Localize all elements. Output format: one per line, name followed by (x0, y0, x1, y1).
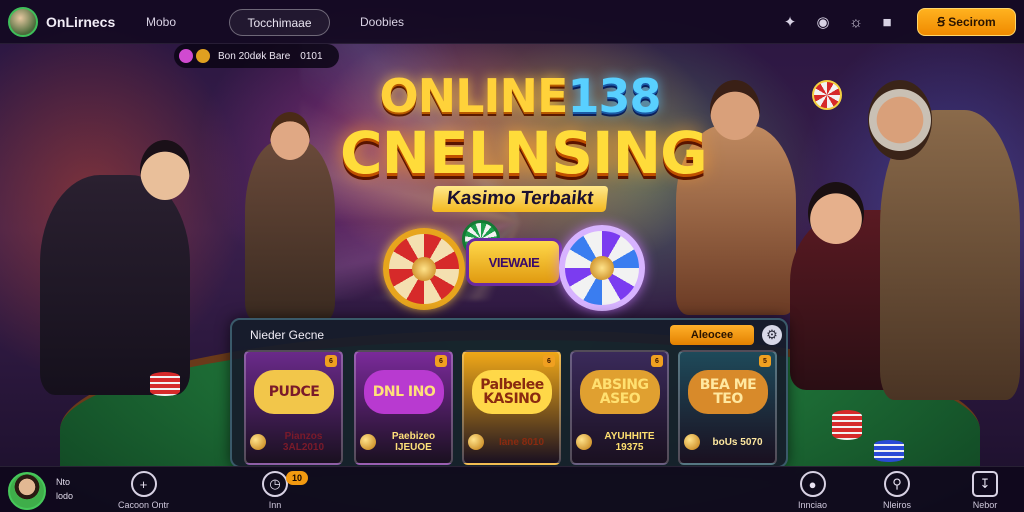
character-mid-man (245, 140, 335, 320)
game-card[interactable]: 5 BEA ME TEO boUs 5070 (678, 350, 777, 465)
floating-chip-right (812, 80, 842, 110)
character-left-woman (40, 175, 190, 395)
search-icon: ⚲ (884, 471, 910, 497)
avatar[interactable] (8, 472, 46, 510)
card-tag: 6 (651, 355, 663, 367)
center-badge-label: VIEWAIE (488, 254, 540, 270)
card-footer: boUs 5070 (684, 427, 771, 457)
page: OnLirnecs Mobo Tocchimaae Doobies ✦ ◉ ☼ … (0, 0, 1024, 512)
chip-stack-left (150, 372, 180, 396)
center-badge[interactable]: VIEWAIE (466, 238, 562, 286)
card-logo: DNL INO (364, 370, 444, 414)
globe-icon[interactable]: ☼ (846, 12, 866, 32)
card-title: Palbelee KASINO (480, 377, 544, 407)
card-title: DNL INO (372, 384, 436, 400)
game-card[interactable]: 6 ABSING ASEO AYUHHITE 19375 (570, 350, 669, 465)
card-title: BEA ME TEO (699, 377, 757, 407)
card-logo: ABSING ASEO (580, 370, 660, 414)
hero-subtitle: Kasimo Terbaikt (431, 186, 609, 212)
camera-icon[interactable]: ◉ (813, 12, 833, 32)
bottom-navbar: Nto lodo + Cacoon Ontr ◷ Inn 10 ● Inncia… (0, 466, 1024, 512)
plus-icon: + (130, 471, 157, 497)
hero-line-2: CNELNSING (340, 119, 708, 187)
card-footer-text: boUs 5070 (712, 436, 763, 448)
card-title: PUDCE (268, 384, 320, 400)
roulette-wheel-left (383, 228, 465, 310)
download-icon: ↧ (972, 471, 998, 497)
bottom-nav-nleiros[interactable]: ⚲ Nleiros (883, 471, 911, 510)
coin-icon (250, 434, 266, 450)
bottom-nav-label: Inn (268, 500, 282, 510)
card-footer-text: Paebizeo IJEUOE (391, 431, 436, 453)
card-title: ABSING ASEO (591, 377, 649, 407)
game-card[interactable]: 6 Palbelee KASINO Iane 8010 (462, 350, 561, 465)
bottom-nav-nebor[interactable]: ↧ Nebor (972, 471, 998, 510)
ticker-text: Bon 20døk Bare (218, 50, 291, 62)
location-icon: ● (799, 471, 826, 497)
card-footer: Paebizeo IJEUOE (360, 427, 447, 457)
game-card[interactable]: 6 PUDCE Pianzos 3AL2010 (244, 350, 343, 465)
notification-badge: 10 (286, 471, 308, 485)
card-footer: AYUHHITE 19375 (576, 427, 663, 457)
bottom-nav-inn[interactable]: ◷ Inn (262, 471, 288, 510)
card-footer-text: Pianzos 3AL2010 (282, 431, 325, 453)
bottom-nav-cacoon[interactable]: + Cacoon Ontr (118, 471, 169, 510)
bottom-nav-label: Nebor (972, 500, 998, 510)
nav-link-mobo[interactable]: Mobo (146, 15, 176, 29)
character-left-head (140, 140, 190, 200)
brand-logo-icon (8, 6, 38, 37)
card-logo: Palbelee KASINO (472, 370, 552, 414)
games-panel: Nieder Gecne Aleocee ⚙ 6 PUDCE Pianzos 3AL… (230, 318, 788, 468)
ticker-suffix: 0101 (300, 50, 323, 62)
coin-icon (468, 434, 484, 450)
card-logo: BEA ME TEO (688, 370, 768, 414)
clock-icon: ◷ (262, 471, 288, 497)
character-bearded-head (868, 80, 932, 160)
card-footer: Iane 8010 (468, 427, 555, 457)
top-navbar: OnLirnecs Mobo Tocchimaae Doobies ✦ ◉ ☼ … (0, 0, 1024, 44)
search-button[interactable]: Ꞩ Secirom (917, 8, 1016, 36)
hero-line-1-word: ONLINE (379, 69, 569, 123)
hero-line-1: ONLINE138 (340, 70, 700, 122)
character-mid-head (270, 112, 310, 160)
card-logo: PUDCE (254, 370, 334, 414)
bottom-nav-label: Nleiros (883, 500, 912, 510)
brand[interactable]: OnLirnecs (8, 6, 116, 37)
card-tag: 6 (325, 355, 337, 367)
ticker-bar[interactable]: Bon 20døk Bare 0101 (174, 44, 339, 68)
bottom-nav-label: Innciao (798, 500, 828, 510)
user-info: Nto lodo (56, 475, 73, 503)
puzzle-icon[interactable]: ✦ (780, 12, 800, 32)
character-gunman-head (808, 182, 864, 244)
roulette-wheel-right (559, 225, 645, 311)
card-footer-text: Iane 8010 (498, 436, 545, 448)
chat-icon[interactable]: ■ (877, 12, 897, 32)
chip-stack-right (832, 410, 862, 440)
coin-icon (684, 434, 700, 450)
game-card[interactable]: 6 DNL INO Paebizeo IJEUOE (354, 350, 453, 465)
ticker-icon-1 (179, 49, 193, 63)
ticker-icon-2 (196, 49, 210, 63)
nav-link-doobies[interactable]: Doobies (360, 15, 404, 29)
hero-title: ONLINE138 CNELNSING Kasimo Terbaikt (340, 70, 708, 212)
card-footer: Pianzos 3AL2010 (250, 427, 337, 457)
hero-line-1-number: 138 (567, 69, 661, 123)
card-footer-text: AYUHHITE 19375 (604, 431, 655, 453)
panel-title: Nieder Gecne (250, 328, 325, 342)
card-tag: 6 (543, 355, 555, 367)
card-tag: 6 (435, 355, 447, 367)
user-line-1: Nto (56, 477, 71, 487)
bottom-nav-label: Cacoon Ontr (118, 500, 170, 510)
user-line-2: lodo (56, 491, 74, 501)
bottom-nav-innciao[interactable]: ● Innciao (798, 471, 827, 510)
panel-more-button[interactable]: Aleocee (670, 325, 754, 345)
coin-icon (360, 434, 376, 450)
chip-stack-blue (874, 440, 904, 462)
card-tag: 5 (759, 355, 771, 367)
character-right-head (710, 80, 760, 140)
nav-link-tocchimaae[interactable]: Tocchimaae (229, 9, 330, 36)
brand-name: OnLirnecs (46, 13, 116, 30)
coin-icon (576, 434, 592, 450)
gear-icon[interactable]: ⚙ (762, 325, 782, 345)
